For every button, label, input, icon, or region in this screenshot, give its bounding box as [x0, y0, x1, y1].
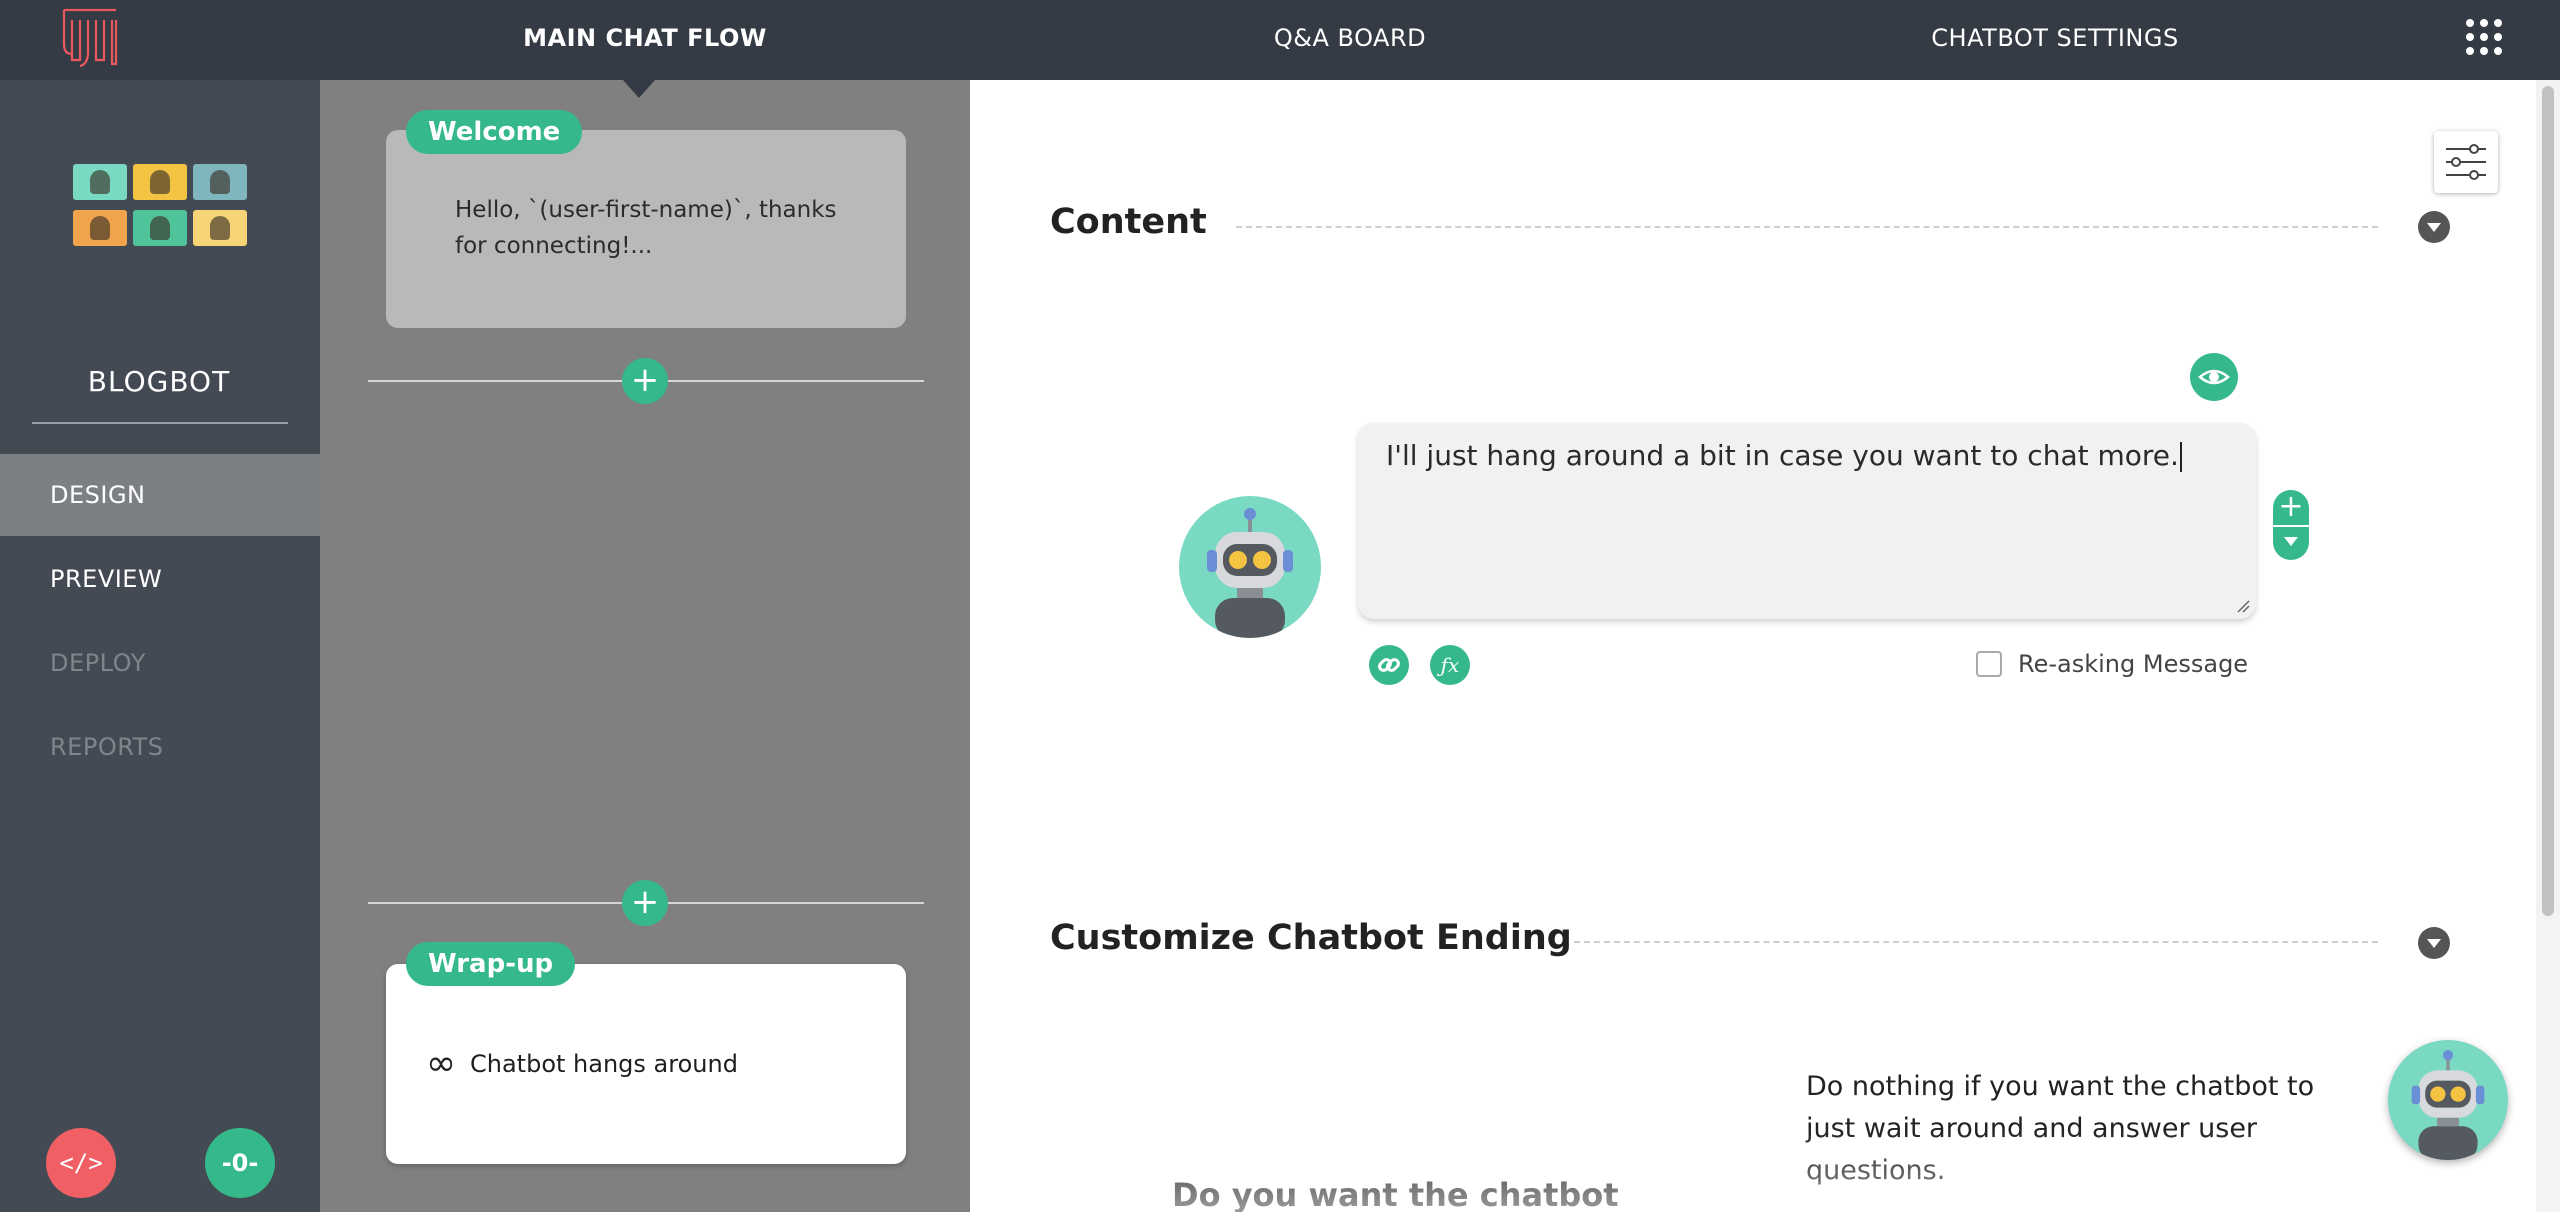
eye-icon	[2198, 369, 2230, 385]
sidebar-item-preview[interactable]: PREVIEW	[0, 538, 320, 620]
bot-avatar-grid	[73, 164, 247, 250]
robot-icon	[2411, 1050, 2485, 1160]
welcome-tag: Welcome	[406, 110, 583, 154]
sidebar-item-design[interactable]: DESIGN	[0, 454, 320, 536]
left-sidebar: BLOGBOT DESIGN PREVIEW DEPLOY REPORTS	[0, 80, 320, 1212]
preview-eye-button[interactable]	[2190, 353, 2238, 401]
sidebar-item-reports[interactable]: REPORTS	[0, 706, 320, 788]
reasking-label: Re-asking Message	[2018, 650, 2249, 678]
avatar	[133, 210, 187, 246]
divider	[1574, 941, 2378, 943]
top-bar: MAIN CHAT FLOW Q&A BOARD CHATBOT SETTING…	[0, 0, 2560, 80]
add-step-button[interactable]: +	[622, 358, 668, 404]
add-step-button[interactable]: +	[622, 880, 668, 926]
tab-chatbot-settings[interactable]: CHATBOT SETTINGS	[1880, 0, 2230, 76]
bot-avatar	[1179, 496, 1321, 638]
wrapup-card[interactable]: ∞ Chatbot hangs around	[386, 964, 906, 1164]
add-message-button[interactable]: +	[2273, 490, 2309, 524]
embed-code-button[interactable]: </>	[46, 1128, 116, 1198]
message-actions: +	[2273, 490, 2309, 560]
avatar	[73, 164, 127, 200]
message-text: I'll just hang around a bit in case you …	[1386, 439, 2179, 472]
insert-link-button[interactable]	[1369, 645, 1409, 685]
insert-function-button[interactable]: ƒx	[1430, 645, 1470, 685]
welcome-preview-text: Hello, `(user-first-name)`, thanks for c…	[455, 197, 837, 259]
grid-icon[interactable]	[2466, 19, 2502, 55]
reasking-checkbox[interactable]	[1976, 651, 2002, 677]
wrapup-text: Chatbot hangs around	[470, 1050, 738, 1078]
avatar	[133, 164, 187, 200]
infinity-icon: ∞	[426, 1043, 456, 1084]
active-tab-pointer	[623, 80, 655, 98]
avatar	[193, 210, 247, 246]
message-options-button[interactable]	[2284, 537, 2298, 546]
collapse-content-button[interactable]	[2418, 211, 2450, 243]
link-icon	[1378, 658, 1400, 672]
divider	[1236, 226, 2378, 228]
ending-description: Do nothing if you want the chatbot to ju…	[1806, 1071, 2315, 1186]
resize-handle-icon[interactable]	[2236, 599, 2250, 613]
chat-flow-panel: Hello, `(user-first-name)`, thanks for c…	[320, 80, 970, 1212]
juji-logo[interactable]	[58, 4, 122, 68]
toggle-button[interactable]: -0-	[205, 1128, 275, 1198]
collapse-ending-button[interactable]	[2418, 927, 2450, 959]
scrollbar-thumb[interactable]	[2542, 86, 2554, 916]
sliders-icon	[2446, 144, 2486, 180]
settings-sliders-button[interactable]	[2434, 131, 2498, 193]
wrapup-row: ∞ Chatbot hangs around	[426, 1044, 738, 1084]
sidebar-item-deploy[interactable]: DEPLOY	[0, 622, 320, 704]
editor-panel	[970, 80, 2536, 1212]
welcome-card[interactable]: Hello, `(user-first-name)`, thanks for c…	[386, 130, 906, 328]
ending-section-title: Customize Chatbot Ending	[1050, 918, 1572, 958]
divider	[2273, 525, 2309, 527]
scrollbar[interactable]	[2536, 80, 2560, 1212]
text-cursor	[2179, 442, 2182, 472]
content-section-title: Content	[1050, 202, 1207, 242]
function-icon: ƒx	[1440, 653, 1460, 677]
tab-qa-board[interactable]: Q&A BOARD	[1200, 0, 1500, 76]
chat-launcher-button[interactable]	[2388, 1040, 2508, 1160]
ending-question: Do you want the chatbot	[1172, 1176, 1619, 1212]
avatar	[73, 210, 127, 246]
message-textarea[interactable]: I'll just hang around a bit in case you …	[1358, 423, 2256, 619]
avatar	[193, 164, 247, 200]
robot-icon	[1207, 508, 1293, 638]
divider	[32, 422, 288, 424]
tab-main-chat-flow[interactable]: MAIN CHAT FLOW	[480, 0, 810, 76]
bot-name: BLOGBOT	[87, 365, 231, 398]
reasking-option[interactable]: Re-asking Message	[1976, 650, 2248, 678]
wrapup-tag: Wrap-up	[406, 942, 576, 986]
